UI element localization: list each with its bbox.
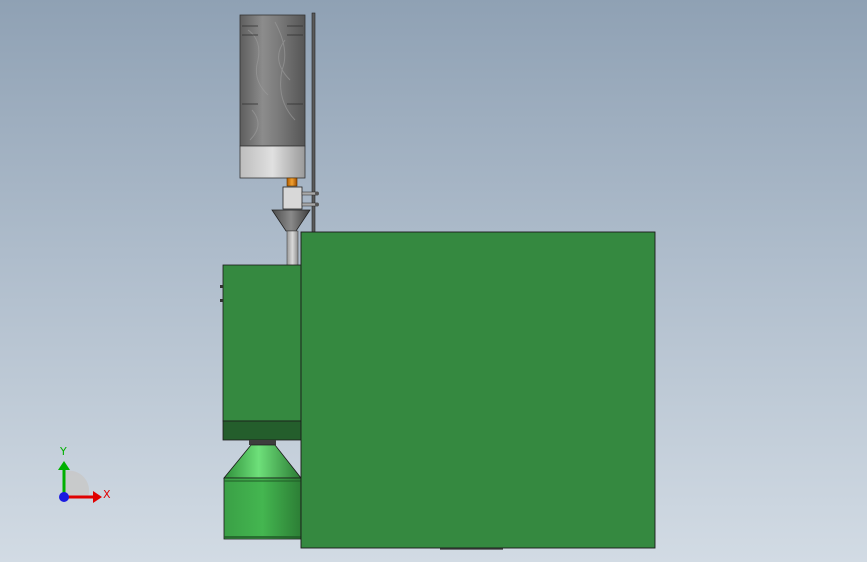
- x-axis-label: X: [103, 488, 111, 501]
- discharge-cone[interactable]: [223, 444, 302, 479]
- bottom-cylinder[interactable]: [223, 477, 302, 540]
- coordinate-triad: Y X: [58, 445, 111, 503]
- model-viewport[interactable]: Y X: [0, 0, 867, 562]
- y-axis-label: Y: [59, 445, 67, 458]
- hopper-cylinder[interactable]: [239, 14, 306, 179]
- x-axis-arrow: [93, 491, 102, 503]
- y-axis-arrow: [58, 461, 70, 470]
- left-housing[interactable]: [220, 264, 303, 441]
- orange-coupling[interactable]: [286, 177, 298, 187]
- feed-funnel[interactable]: [271, 209, 311, 232]
- neck-ring[interactable]: [249, 440, 276, 445]
- support-rod[interactable]: [311, 12, 316, 236]
- z-axis-dot: [59, 492, 69, 502]
- main-box[interactable]: [300, 231, 656, 549]
- feed-pipe[interactable]: [286, 230, 299, 267]
